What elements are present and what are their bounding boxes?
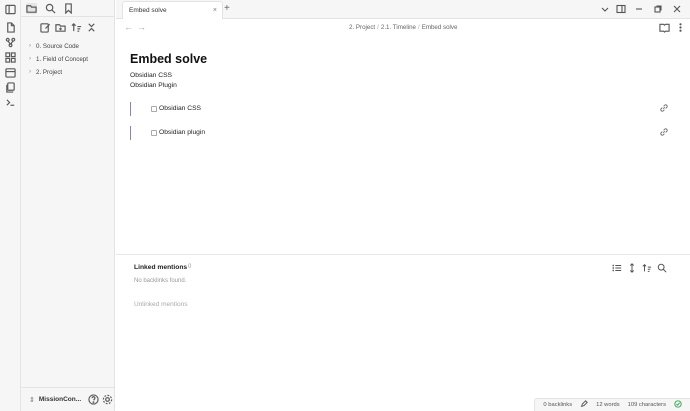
tab-bar: Embed solve × +: [116, 0, 690, 19]
breadcrumb: 2. Project/2.1. Timeline / Embed solve: [349, 24, 457, 31]
expand-vertical-icon[interactable]: [627, 263, 638, 274]
right-sidebar-toggle-icon[interactable]: [616, 4, 626, 14]
close-tab-icon[interactable]: ×: [213, 2, 217, 19]
file-tree: › 0. Source Code › 1. Field of Concept › 2.…: [29, 40, 88, 79]
file-explorer-sidebar: › 0. Source Code › 1. Field of Concept › 2.…: [21, 0, 115, 411]
status-bar: 0 backlinks 12 words 109 characters: [534, 398, 690, 411]
sidebar-header: [21, 0, 114, 17]
open-link-icon[interactable]: [659, 127, 670, 138]
task-checkbox[interactable]: [151, 106, 157, 112]
sort-icon[interactable]: [71, 22, 82, 33]
help-icon[interactable]: [88, 394, 99, 405]
backlinks-pane: Linked mentions 0 No backlinks found. Un…: [116, 254, 690, 354]
embed-text: Obsidian plugin: [159, 129, 206, 136]
no-backlinks-message: No backlinks found.: [134, 278, 187, 284]
embedded-block[interactable]: Obsidian plugin: [130, 126, 670, 140]
vault-toggle-icon[interactable]: ⇕: [29, 396, 35, 404]
tree-item-source-code[interactable]: › 0. Source Code: [29, 40, 88, 53]
graph-view-icon[interactable]: [5, 37, 16, 48]
search-icon[interactable]: [45, 3, 56, 14]
minimize-icon[interactable]: [634, 4, 644, 14]
sort-icon[interactable]: [642, 263, 653, 274]
sidebar-toggle-icon[interactable]: [5, 4, 16, 15]
new-tab-button[interactable]: +: [224, 3, 230, 14]
word-count: 12 words: [596, 402, 620, 408]
tree-item-project[interactable]: › 2. Project: [29, 66, 88, 79]
note-editor[interactable]: Embed solve Obsidian CSS Obsidian Plugin…: [116, 36, 690, 396]
character-count: 109 characters: [627, 402, 666, 408]
unlinked-mentions-heading[interactable]: Unlinked mentions: [134, 301, 187, 308]
terminal-icon[interactable]: [5, 97, 16, 108]
view-header: ← → 2. Project/2.1. Timeline / Embed solve: [116, 19, 690, 36]
tree-item-label: 1. Field of Concept: [36, 56, 88, 63]
breadcrumb-separator: /: [417, 24, 420, 31]
back-arrow-icon[interactable]: ←: [124, 22, 133, 32]
chevron-right-icon: ›: [29, 69, 31, 75]
calendar-icon[interactable]: [5, 67, 16, 78]
chevron-right-icon: ›: [29, 43, 31, 49]
new-note-icon[interactable]: [40, 22, 51, 33]
note-line[interactable]: Obsidian Plugin: [130, 82, 177, 89]
breadcrumb-item[interactable]: 2. Project: [349, 24, 375, 31]
open-link-icon[interactable]: [659, 103, 670, 114]
note-line[interactable]: Obsidian CSS: [130, 72, 172, 79]
sync-status-icon[interactable]: [674, 400, 682, 410]
bookmark-icon[interactable]: [63, 3, 74, 15]
vault-name[interactable]: MissionCon...: [39, 396, 85, 403]
tab-title: Embed solve: [129, 7, 167, 14]
collapse-all-icon[interactable]: [86, 22, 97, 33]
dropdown-chevron-icon[interactable]: [600, 4, 610, 14]
note-title[interactable]: Embed solve: [130, 52, 207, 66]
embed-text: Obsidian CSS: [159, 105, 202, 112]
linked-mentions-heading[interactable]: Linked mentions: [134, 264, 187, 271]
new-folder-icon[interactable]: [55, 22, 66, 33]
tree-item-field-of-concept[interactable]: › 1. Field of Concept: [29, 53, 88, 66]
search-icon[interactable]: [657, 263, 668, 274]
more-options-icon[interactable]: [675, 22, 686, 33]
folder-icon[interactable]: [26, 3, 37, 14]
tree-item-label: 0. Source Code: [36, 43, 79, 50]
list-view-icon[interactable]: [612, 263, 623, 274]
chevron-right-icon: ›: [29, 56, 31, 62]
ribbon: [0, 0, 21, 411]
new-note-icon[interactable]: [5, 22, 16, 33]
embedded-block[interactable]: Obsidian CSS: [130, 102, 670, 116]
backlinks-count[interactable]: 0 backlinks: [543, 402, 572, 408]
edit-pencil-icon[interactable]: [580, 400, 588, 410]
breadcrumb-item[interactable]: 2.1. Timeline: [381, 24, 416, 31]
tab-embed-solve[interactable]: Embed solve ×: [122, 1, 223, 19]
task-checkbox[interactable]: [151, 130, 157, 136]
templates-icon[interactable]: [5, 82, 16, 93]
breadcrumb-separator: /: [377, 24, 379, 31]
reading-view-icon[interactable]: [659, 22, 670, 33]
linked-mentions-count: 0: [188, 264, 192, 270]
tree-item-label: 2. Project: [36, 69, 63, 76]
vault-switcher[interactable]: ⇕ MissionCon...: [21, 387, 115, 411]
explorer-toolbar: [21, 22, 115, 34]
breadcrumb-item[interactable]: Embed solve: [422, 24, 458, 31]
settings-gear-icon[interactable]: [102, 394, 113, 405]
restore-icon[interactable]: [653, 4, 663, 14]
forward-arrow-icon[interactable]: →: [137, 22, 146, 32]
window-close-icon[interactable]: [672, 4, 682, 14]
canvas-icon[interactable]: [5, 52, 16, 63]
